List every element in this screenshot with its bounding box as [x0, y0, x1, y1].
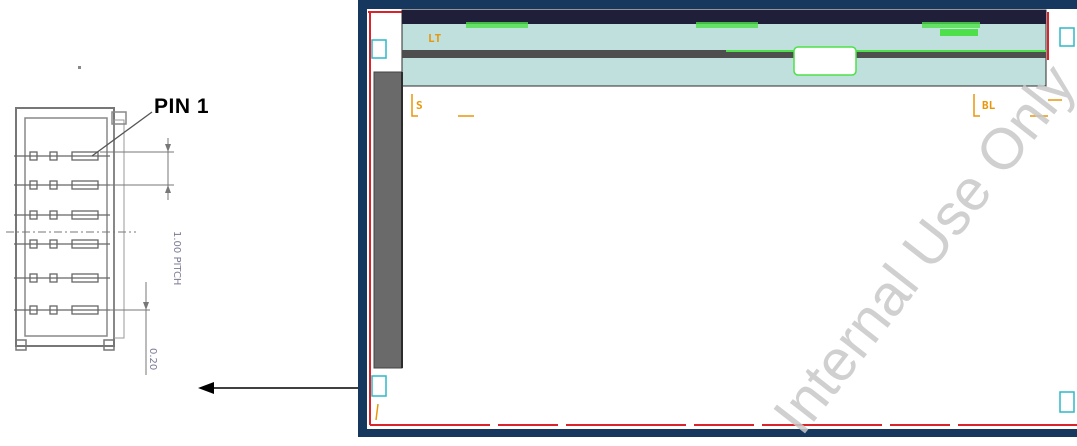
connector-post-right — [113, 119, 125, 339]
corner-pad-top-left — [371, 39, 387, 59]
connector-drawing — [6, 107, 360, 394]
panel-green-tab-2 — [696, 22, 758, 28]
pin-row-4 — [14, 239, 110, 249]
pin-row-3 — [14, 210, 110, 220]
pitch-arrow-top — [165, 144, 171, 152]
corner-pad-bottom-left — [371, 375, 387, 397]
silkscreen-tag-left: S — [416, 99, 423, 112]
panel-green-pad — [940, 29, 978, 36]
pointer-arrow-head — [198, 382, 214, 394]
corner-pad-top-right — [1059, 27, 1075, 47]
panel-green-tab-3 — [922, 22, 980, 28]
panel-green-tab-1 — [466, 22, 528, 28]
panel-white-tab — [793, 46, 857, 76]
pin-row-2 — [14, 180, 110, 190]
lcd-panel-header — [402, 10, 1046, 24]
silkscreen-tag-top-left: LT — [428, 32, 442, 45]
lower-arrow — [143, 302, 149, 310]
pitch-arrow-bottom — [165, 185, 171, 193]
connector-housing-inner — [24, 117, 108, 337]
pin-row-6 — [14, 305, 110, 315]
pin-row-5 — [14, 273, 110, 283]
fpc-connector — [373, 71, 403, 369]
corner-pad-bottom-right — [1059, 391, 1075, 413]
pin1-label: PIN 1 — [154, 95, 210, 118]
dimension-label: 0.20 — [147, 348, 158, 371]
pitch-label: 1.00 PITCH — [171, 231, 182, 286]
